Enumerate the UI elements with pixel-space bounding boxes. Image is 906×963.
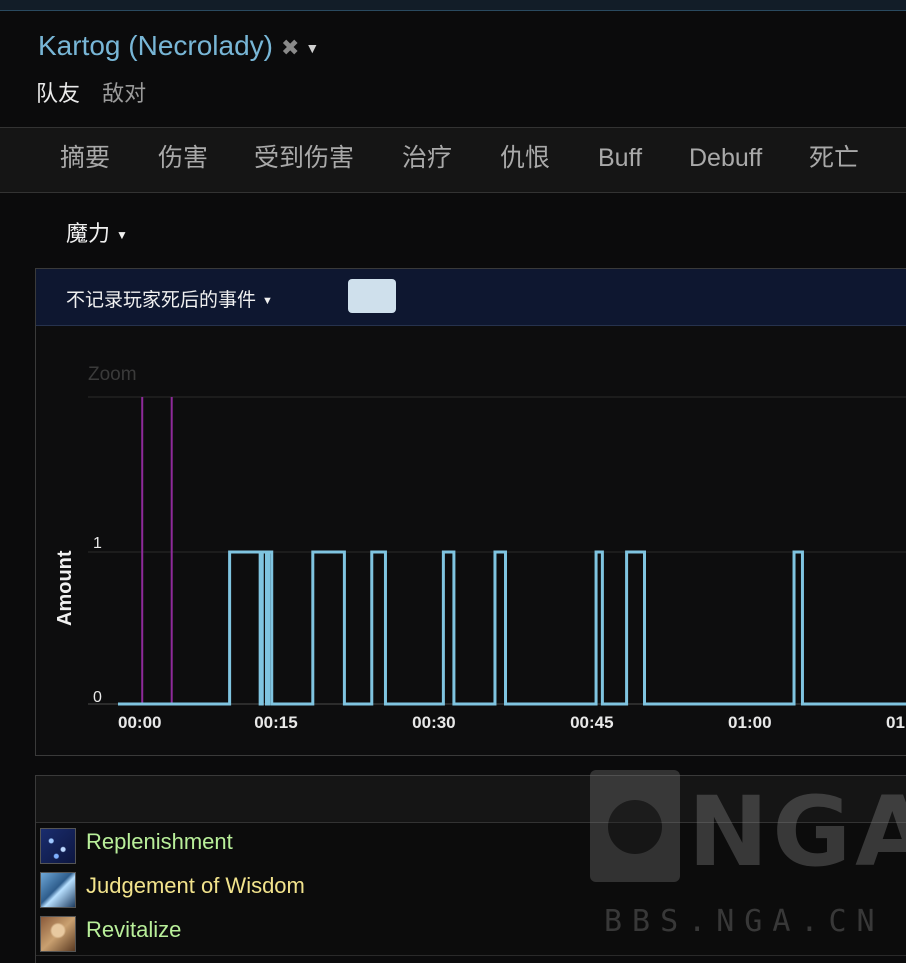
- tab-debuff[interactable]: Debuff: [689, 128, 762, 192]
- x-tick-label: 00:15: [254, 713, 297, 732]
- tab-buff[interactable]: Buff: [598, 128, 642, 192]
- nga-logo-icon: [590, 770, 680, 882]
- resource-dropdown[interactable]: 魔力 ▼: [66, 216, 128, 248]
- death-filter-dropdown[interactable]: 不记录玩家死后的事件 ▼: [66, 285, 273, 312]
- chart-header: 不记录玩家死后的事件 ▼: [36, 269, 906, 326]
- tab-threat[interactable]: 仇恨: [500, 128, 550, 192]
- player-name[interactable]: Kartog (Necrolady): [38, 30, 273, 61]
- main-tabs: 摘要 伤害 受到伤害 治疗 仇恨 Buff Debuff 死亡: [0, 127, 906, 193]
- watermark-url: BBS.NGA.CN: [604, 904, 885, 939]
- zoom-label[interactable]: Zoom: [88, 364, 137, 385]
- x-tick-label: 00:30: [412, 713, 455, 732]
- y-tick-label: 0: [93, 689, 102, 706]
- mana-chart[interactable]: Zoom Amount 1 0 00:00 00:15 00:30 00:45 01:0…: [36, 326, 906, 754]
- revitalize-icon: [40, 916, 76, 952]
- resource-label: 魔力: [66, 221, 111, 246]
- tab-summary[interactable]: 摘要: [60, 128, 110, 192]
- legend-label: Replenishment: [86, 829, 233, 854]
- chevron-down-icon: ▼: [262, 294, 273, 307]
- unit-filter: 队友 敌对: [36, 76, 162, 108]
- chart-panel: 不记录玩家死后的事件 ▼ Zoom Amount 1 0 00:00 00:15 00…: [35, 268, 906, 756]
- x-tick-label: 01:15: [886, 713, 906, 732]
- y-axis-label: Amount: [54, 550, 76, 626]
- x-tick-label: 01:00: [728, 713, 771, 732]
- subtab-allies[interactable]: 队友: [36, 81, 80, 106]
- chevron-down-icon: ▼: [116, 228, 128, 243]
- tab-deaths[interactable]: 死亡: [809, 128, 859, 192]
- y-tick-label: 1: [93, 535, 102, 552]
- tab-damage-taken[interactable]: 受到伤害: [254, 128, 354, 192]
- death-filter-label: 不记录玩家死后的事件: [66, 290, 257, 311]
- watermark-brand: NGA: [688, 776, 906, 888]
- nga-watermark: NGA BBS.NGA.CN: [590, 770, 906, 950]
- series-color-swatch[interactable]: [348, 279, 396, 313]
- top-border: [0, 0, 906, 11]
- judgement-of-wisdom-icon: [40, 872, 76, 908]
- close-icon[interactable]: ✖: [281, 35, 299, 60]
- x-tick-label: 00:00: [118, 713, 161, 732]
- subtab-enemies[interactable]: 敌对: [102, 81, 146, 106]
- tab-damage[interactable]: 伤害: [158, 128, 208, 192]
- chevron-down-icon[interactable]: ▼: [305, 40, 319, 56]
- legend-label: Revitalize: [86, 917, 182, 942]
- x-tick-label: 00:45: [570, 713, 613, 732]
- tab-healing[interactable]: 治疗: [402, 128, 452, 192]
- player-title: Kartog (Necrolady) ✖ ▼: [38, 30, 319, 62]
- series-line: [118, 550, 906, 706]
- legend-label: Judgement of Wisdom: [86, 873, 305, 898]
- replenishment-icon: [40, 828, 76, 864]
